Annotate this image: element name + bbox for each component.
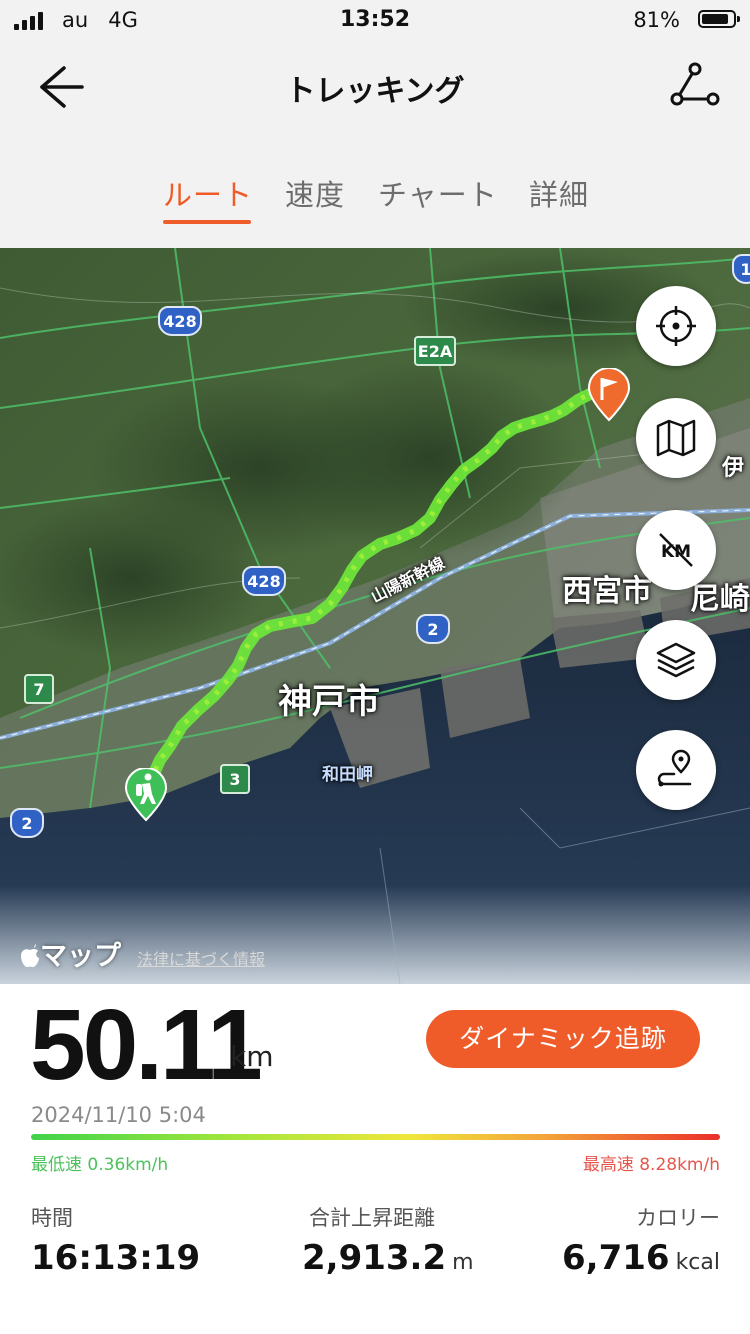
map-label-kobe: 神戸市 bbox=[278, 682, 380, 722]
battery-icon bbox=[698, 10, 740, 28]
legal-info-link[interactable]: 法律に基づく情報 bbox=[137, 946, 265, 970]
ascent-label: 合計上昇距離 bbox=[309, 1206, 435, 1230]
map-label-wadamisaki: 和田岬 bbox=[322, 765, 373, 785]
route-shield-428-mid: 428 bbox=[242, 566, 286, 596]
calories-value: 6,716 kcal bbox=[562, 1238, 720, 1278]
tab-route[interactable]: ルート bbox=[163, 172, 253, 214]
route-shield-2-left: 2 bbox=[10, 808, 44, 838]
no-km-icon: KM bbox=[659, 533, 693, 567]
start-marker-icon bbox=[124, 768, 168, 822]
map-label-nishinomiya: 西宮市 bbox=[562, 574, 652, 609]
speed-gradient-bar bbox=[31, 1134, 720, 1140]
app-header: トレッキング ルート 速度 チャート 詳細 bbox=[0, 44, 750, 248]
route-shield-3: 3 bbox=[220, 764, 250, 794]
map-type-button[interactable] bbox=[636, 398, 716, 478]
route-share-button[interactable] bbox=[668, 60, 724, 110]
tab-chart[interactable]: チャート bbox=[378, 172, 498, 214]
time-value: 16:13:19 bbox=[31, 1238, 201, 1278]
route-map[interactable]: 428 E2A 428 2 2 7 3 1 神戸市 西宮市 尼崎 伊 和田岬 山… bbox=[0, 248, 750, 984]
route-pin-icon bbox=[657, 749, 692, 787]
map-label-itami: 伊 bbox=[722, 456, 745, 481]
total-distance: 50.11 bbox=[30, 989, 263, 1101]
route-shield-e2a: E2A bbox=[414, 336, 456, 366]
max-speed-label: 最高速 8.28km/h bbox=[582, 1155, 720, 1175]
status-bar: au 4G 13:52 81% bbox=[0, 0, 750, 44]
activity-datetime: 2024/11/10 5:04 bbox=[31, 1103, 206, 1127]
min-speed-label: 最低速 0.36km/h bbox=[31, 1155, 169, 1175]
route-shield-7: 7 bbox=[24, 674, 54, 704]
crosshair-icon bbox=[656, 306, 696, 346]
apple-logo-icon bbox=[21, 944, 39, 968]
dynamic-track-button[interactable]: ダイナミック追跡 bbox=[426, 1010, 700, 1068]
time-label: 時間 bbox=[31, 1206, 73, 1230]
calories-label: カロリー bbox=[636, 1206, 720, 1230]
locate-button[interactable] bbox=[636, 286, 716, 366]
map-icon bbox=[656, 419, 696, 457]
route-shield-2-mid: 2 bbox=[416, 614, 450, 644]
km-marker-toggle-button[interactable]: KM bbox=[636, 510, 716, 590]
tab-active-indicator bbox=[163, 220, 251, 224]
finish-flag-icon bbox=[587, 368, 631, 422]
battery-percentage: 81% bbox=[633, 8, 680, 32]
route-nodes-icon bbox=[670, 62, 720, 106]
tab-bar: ルート 速度 チャート 詳細 bbox=[0, 172, 750, 232]
satellite-map-background bbox=[0, 248, 750, 984]
layers-icon bbox=[656, 642, 696, 678]
route-shield-428-top: 428 bbox=[158, 306, 202, 336]
apple-maps-logo: マップ bbox=[20, 934, 121, 973]
layers-button[interactable] bbox=[636, 620, 716, 700]
distance-unit: km bbox=[230, 1040, 274, 1073]
route-playback-button[interactable] bbox=[636, 730, 716, 810]
page-title: トレッキング bbox=[285, 74, 465, 109]
tab-details[interactable]: 詳細 bbox=[529, 172, 589, 214]
tab-speed[interactable]: 速度 bbox=[285, 172, 345, 214]
map-attribution: マップ 法律に基づく情報 bbox=[20, 934, 265, 973]
ascent-value: 2,913.2 m bbox=[302, 1238, 474, 1278]
